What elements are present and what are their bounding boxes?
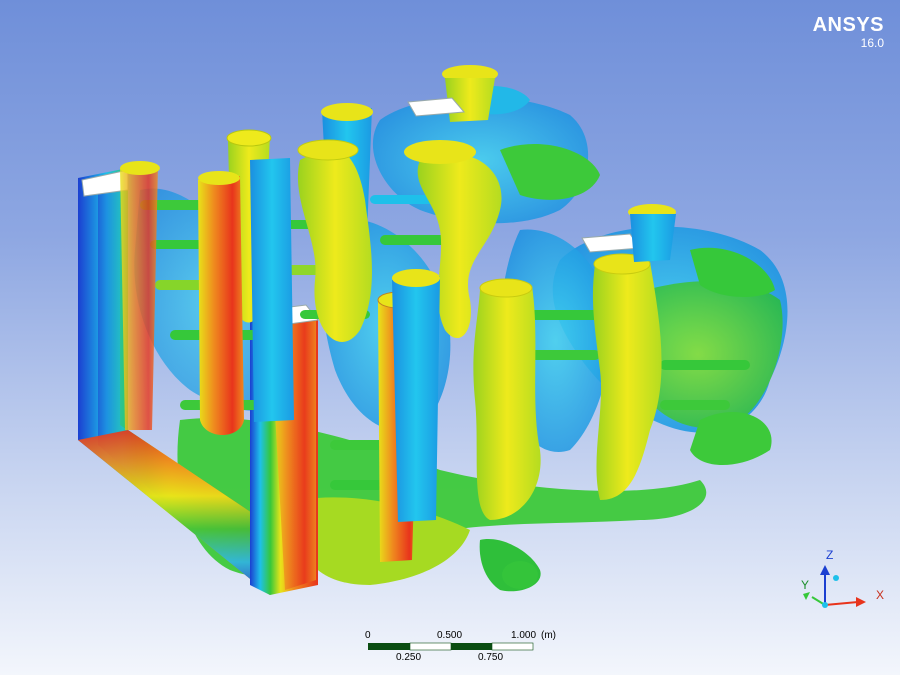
scale-bar-graphic xyxy=(368,642,534,651)
axis-label-x: X xyxy=(876,588,885,602)
pillar-front-cyan xyxy=(392,269,440,522)
ansys-logo: ANSYS 16.0 xyxy=(813,14,884,50)
3d-viewport[interactable] xyxy=(0,0,900,675)
axis-triad[interactable] xyxy=(803,565,866,608)
pillar-left-red xyxy=(198,171,244,435)
pillar-left-front xyxy=(120,161,160,430)
scale-label-0-750: 0.750 xyxy=(478,652,504,663)
axis-label-z: Z xyxy=(826,548,834,562)
pillar-cyan-mid xyxy=(250,158,294,422)
scale-label-1-000: 1.000 xyxy=(511,630,537,641)
brand-version: 16.0 xyxy=(860,36,884,50)
scale-label-0-250: 0.250 xyxy=(396,652,422,663)
axis-label-y: Y xyxy=(801,578,810,592)
scale-unit: (m) xyxy=(541,630,556,641)
scale-label-0-500: 0.500 xyxy=(437,630,463,641)
pillar-back-right xyxy=(628,204,676,262)
scale-label-0: 0 xyxy=(365,630,371,641)
brand-name: ANSYS xyxy=(812,14,884,36)
pillar-front-yellow xyxy=(473,278,541,520)
